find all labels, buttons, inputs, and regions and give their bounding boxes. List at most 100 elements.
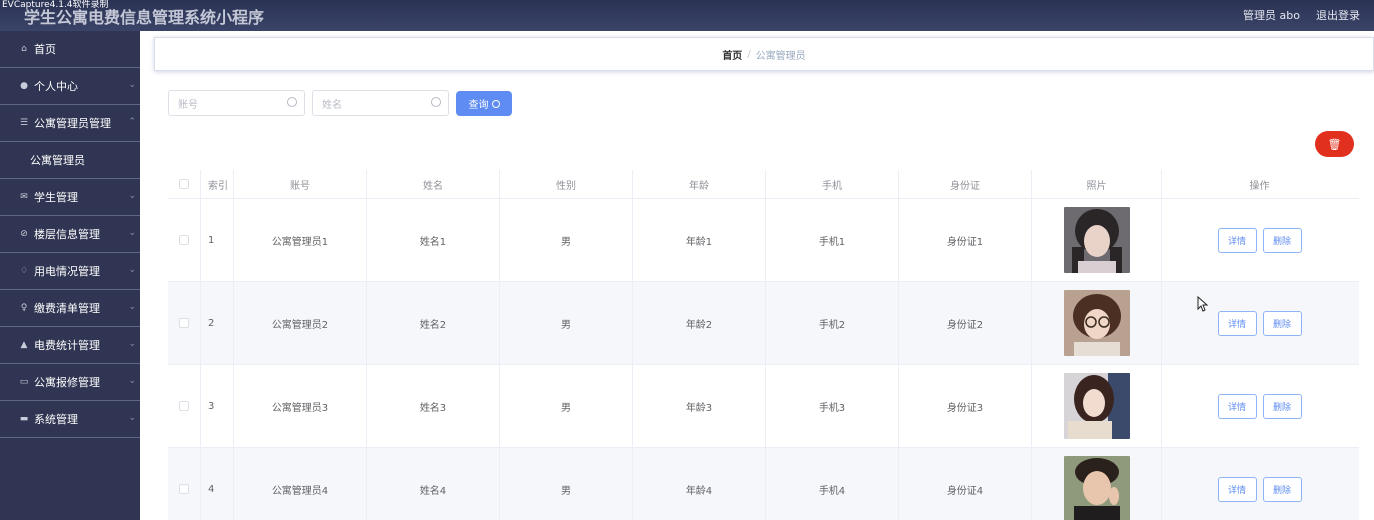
- admin-table: 索引 账号 姓名 性别 年龄 手机 身份证 照片 操作 1 公寓管理员1 姓名1…: [168, 170, 1359, 520]
- user-photo[interactable]: [1063, 373, 1130, 439]
- row-photo-cell: [1032, 199, 1162, 281]
- row-name: 姓名4: [367, 448, 500, 520]
- sidebar-item-system-mgmt[interactable]: ▬ 系统管理 ⌄: [0, 401, 140, 438]
- query-button-label: 查询: [468, 100, 489, 111]
- chevron-down-icon: ⌄: [128, 191, 136, 201]
- admin-user-label[interactable]: 管理员 abo: [1243, 7, 1300, 23]
- chevron-down-icon: ⌄: [128, 376, 136, 386]
- chevron-down-icon: ⌄: [128, 265, 136, 275]
- mic-icon: ♀: [20, 303, 28, 313]
- row-phone: 手机1: [766, 199, 899, 281]
- breadcrumb-separator: /: [747, 48, 751, 60]
- row-phone: 手机4: [766, 448, 899, 520]
- header-account: 账号: [234, 170, 367, 198]
- user-photo[interactable]: [1063, 207, 1130, 273]
- sidebar-item-label: 个人中心: [34, 80, 78, 93]
- user-photo[interactable]: [1063, 290, 1130, 356]
- sidebar-item-label: 系统管理: [34, 413, 78, 426]
- trash-icon: 🗑: [1327, 137, 1342, 151]
- sidebar-item-apartment-admin-mgmt[interactable]: ☰ 公寓管理员管理 ⌃: [0, 105, 140, 142]
- user-photo[interactable]: [1063, 456, 1130, 520]
- account-placeholder: 账号: [178, 99, 198, 111]
- sidebar-subitem-apartment-admin[interactable]: 公寓管理员: [0, 142, 140, 179]
- chevron-up-icon: ⌃: [128, 117, 136, 127]
- row-gender: 男: [500, 448, 633, 520]
- search-icon: [431, 97, 441, 107]
- sidebar-item-floor-info-mgmt[interactable]: ⊘ 楼层信息管理 ⌄: [0, 216, 140, 253]
- row-photo-cell: [1032, 448, 1162, 520]
- logout-link[interactable]: 退出登录: [1316, 7, 1360, 23]
- sidebar: ⌂ 首页 ● 个人中心 ⌄ ☰ 公寓管理员管理 ⌃ 公寓管理员 ✉ 学生管理 ⌄…: [0, 31, 140, 520]
- chevron-down-icon: ⌄: [128, 302, 136, 312]
- table-row: 3 公寓管理员3 姓名3 男 年龄3 手机3 身份证3 详情 删除: [168, 365, 1359, 448]
- batch-delete-button[interactable]: 🗑: [1315, 131, 1354, 157]
- row-checkbox[interactable]: [179, 235, 189, 245]
- row-photo-cell: [1032, 282, 1162, 364]
- search-icon: [287, 97, 297, 107]
- row-gender: 男: [500, 199, 633, 281]
- breadcrumb: 首页 / 公寓管理员: [154, 37, 1374, 71]
- row-account: 公寓管理员4: [234, 448, 367, 520]
- row-actions: 详情 删除: [1162, 365, 1357, 447]
- table-row: 1 公寓管理员1 姓名1 男 年龄1 手机1 身份证1 详情 删除: [168, 199, 1359, 282]
- row-age: 年龄2: [633, 282, 766, 364]
- query-button[interactable]: 查询: [456, 91, 512, 116]
- sidebar-item-student-mgmt[interactable]: ✉ 学生管理 ⌄: [0, 179, 140, 216]
- select-all-checkbox[interactable]: [179, 179, 189, 189]
- table-header-row: 索引 账号 姓名 性别 年龄 手机 身份证 照片 操作: [168, 170, 1359, 199]
- header-user-area: 管理员 abo 退出登录: [1243, 7, 1360, 23]
- chevron-down-icon: ⌄: [128, 228, 136, 238]
- select-all-cell: [168, 170, 201, 198]
- chat-icon: ▭: [19, 377, 29, 387]
- delete-button[interactable]: 删除: [1262, 227, 1302, 253]
- sidebar-item-personal-center[interactable]: ● 个人中心 ⌄: [0, 68, 140, 105]
- row-name: 姓名1: [367, 199, 500, 281]
- sidebar-item-payment-list-mgmt[interactable]: ♀ 缴费清单管理 ⌄: [0, 290, 140, 327]
- row-photo-cell: [1032, 365, 1162, 447]
- name-search-input[interactable]: 姓名: [312, 90, 449, 116]
- row-gender: 男: [500, 365, 633, 447]
- detail-button[interactable]: 详情: [1217, 476, 1257, 502]
- chevron-down-icon: ⌄: [128, 80, 136, 90]
- row-age: 年龄1: [633, 199, 766, 281]
- header-index: 索引: [201, 170, 234, 198]
- row-checkbox[interactable]: [179, 318, 189, 328]
- row-gender: 男: [500, 282, 633, 364]
- sidebar-item-home[interactable]: ⌂ 首页: [0, 31, 140, 68]
- sidebar-item-label: 电费统计管理: [34, 339, 100, 352]
- monitor-icon: ▬: [19, 414, 29, 424]
- row-account: 公寓管理员2: [234, 282, 367, 364]
- sidebar-item-label: 首页: [34, 43, 56, 56]
- row-checkbox[interactable]: [179, 484, 189, 494]
- breadcrumb-home[interactable]: 首页: [722, 47, 742, 62]
- sidebar-item-power-usage-mgmt[interactable]: ♢ 用电情况管理 ⌄: [0, 253, 140, 290]
- sidebar-item-repair-mgmt[interactable]: ▭ 公寓报修管理 ⌄: [0, 364, 140, 401]
- row-checkbox[interactable]: [179, 401, 189, 411]
- row-age: 年龄3: [633, 365, 766, 447]
- row-account: 公寓管理员3: [234, 365, 367, 447]
- row-phone: 手机3: [766, 365, 899, 447]
- mail-icon: ✉: [20, 192, 28, 202]
- sidebar-item-fee-stats-mgmt[interactable]: ▲ 电费统计管理 ⌄: [0, 327, 140, 364]
- row-id-card: 身份证4: [899, 448, 1032, 520]
- row-select-cell: [168, 448, 201, 520]
- account-search-input[interactable]: 账号: [168, 90, 305, 116]
- header-gender: 性别: [500, 170, 633, 198]
- detail-button[interactable]: 详情: [1217, 227, 1257, 253]
- row-name: 姓名3: [367, 365, 500, 447]
- sidebar-item-label: 公寓报修管理: [34, 376, 100, 389]
- detail-button[interactable]: 详情: [1217, 310, 1257, 336]
- row-name: 姓名2: [367, 282, 500, 364]
- delete-button[interactable]: 删除: [1262, 310, 1302, 336]
- header-name: 姓名: [367, 170, 500, 198]
- bell-icon: ♢: [19, 266, 29, 276]
- row-id-card: 身份证2: [899, 282, 1032, 364]
- delete-button[interactable]: 删除: [1262, 393, 1302, 419]
- row-id-card: 身份证1: [899, 199, 1032, 281]
- capture-watermark: EVCapture4.1.4软件录制: [2, 0, 109, 10]
- row-phone: 手机2: [766, 282, 899, 364]
- detail-button[interactable]: 详情: [1217, 393, 1257, 419]
- home-icon: ⌂: [21, 44, 27, 54]
- delete-button[interactable]: 删除: [1262, 476, 1302, 502]
- sidebar-item-label: 公寓管理员管理: [34, 117, 111, 130]
